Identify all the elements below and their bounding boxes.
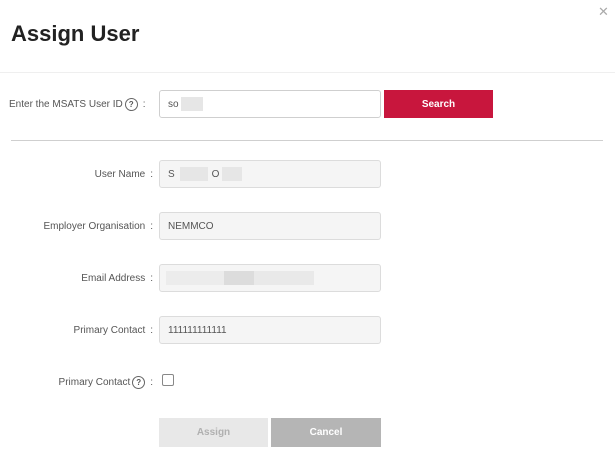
close-icon[interactable]: ✕ [598, 5, 609, 18]
employer-organisation-label: Employer Organisation: [44, 221, 154, 232]
employer-organisation-field: NEMMCO [159, 212, 381, 240]
primary-contact-flag-label-text: Primary Contact [58, 377, 131, 389]
user-name-field: S O [159, 160, 381, 188]
redacted-region [166, 271, 224, 285]
search-button[interactable]: Search [384, 90, 493, 118]
help-icon[interactable]: ? [132, 376, 146, 389]
help-icon[interactable]: ? [124, 98, 138, 111]
assign-button[interactable]: Assign [159, 418, 268, 447]
section-divider [11, 140, 603, 141]
employer-organisation-value: NEMMCO [168, 220, 214, 232]
redacted-region [179, 167, 208, 181]
title-divider [0, 72, 615, 73]
email-address-label-text: Email Address [81, 273, 146, 284]
primary-contact-flag-label: Primary Contact?: [59, 376, 153, 389]
primary-contact-value: 111111111111 [168, 324, 227, 336]
email-address-field [159, 264, 381, 292]
email-address-label: Email Address: [81, 273, 153, 284]
label-colon: : [150, 325, 153, 336]
msats-user-id-label-text: Enter the MSATS User ID [9, 99, 123, 111]
user-name-label-text: User Name [94, 169, 146, 180]
msats-user-id-value: so [168, 98, 179, 110]
redacted-region [180, 97, 203, 111]
msats-user-id-input[interactable]: so [159, 90, 381, 118]
cancel-button[interactable]: Cancel [271, 418, 381, 447]
redacted-region [222, 167, 243, 181]
user-name-middle: O [211, 168, 220, 180]
label-colon: : [150, 221, 153, 232]
primary-contact-checkbox[interactable] [162, 374, 174, 386]
user-name-label: User Name: [95, 169, 153, 180]
label-colon: : [150, 377, 153, 389]
label-colon: : [142, 99, 146, 111]
label-colon: : [150, 169, 153, 180]
label-colon: : [150, 273, 153, 284]
employer-organisation-label-text: Employer Organisation [43, 221, 146, 232]
redacted-region [224, 271, 254, 285]
primary-contact-label: Primary Contact: [74, 325, 153, 336]
primary-contact-label-text: Primary Contact [73, 325, 146, 336]
redacted-region [254, 271, 314, 285]
msats-user-id-label: Enter the MSATS User ID?: [9, 98, 146, 111]
user-name-prefix: S [168, 168, 175, 180]
primary-contact-field: 111111111111 [159, 316, 381, 344]
dialog-title: Assign User [11, 21, 140, 46]
